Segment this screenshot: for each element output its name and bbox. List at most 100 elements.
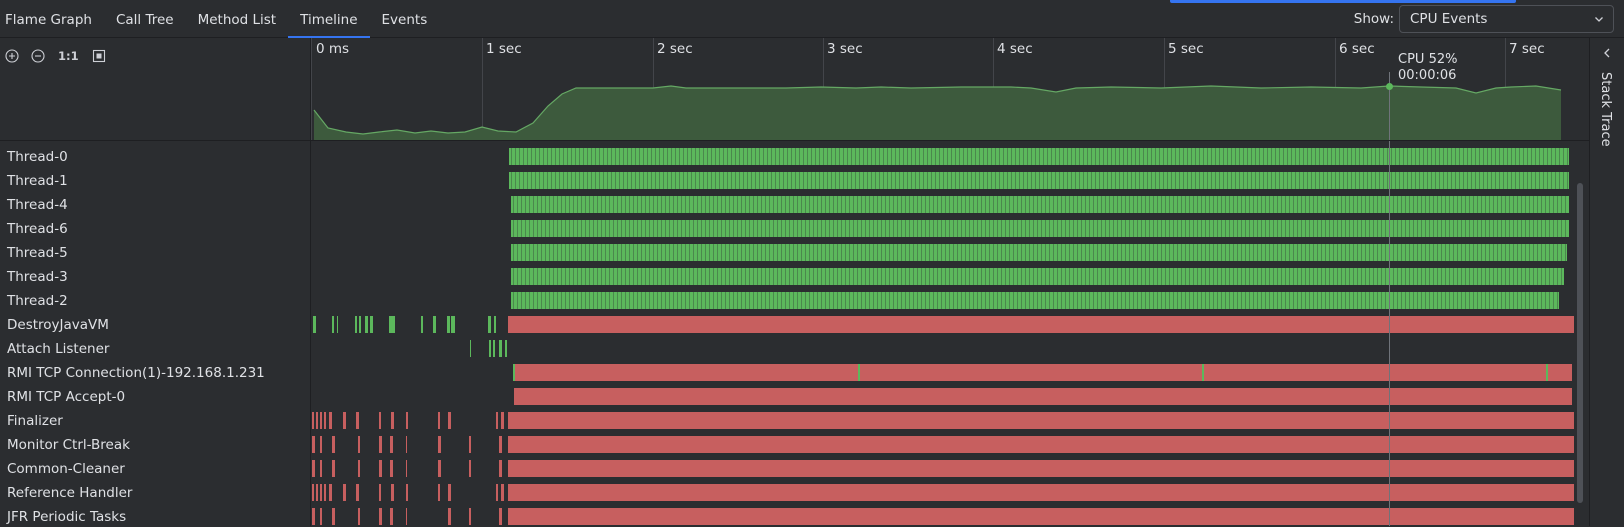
thread-bar-stripe (1145, 268, 1146, 285)
stack-trace-toggle[interactable]: Stack Trace (1598, 72, 1613, 147)
thread-bar-stripe (1439, 172, 1440, 189)
thread-bar-stripe (1173, 196, 1174, 213)
zoom-in-button[interactable] (4, 48, 20, 64)
thread-bar-stripe (1047, 172, 1048, 189)
zoom-out-button[interactable] (30, 48, 46, 64)
thread-bar-stripe (701, 244, 702, 261)
thread-bar-stripe (955, 172, 956, 189)
thread-bar-stripe (1097, 268, 1098, 285)
thread-bar-stripe (821, 196, 822, 213)
thread-bar-stripe (1117, 220, 1118, 237)
thread-bar-stripe (661, 292, 662, 309)
thread-label-jfr-periodic-tasks: JFR Periodic Tasks (7, 509, 127, 525)
thread-bar-stripe (1365, 196, 1366, 213)
thread-bar-stripe (1103, 148, 1104, 165)
thread-bar-stripe (749, 292, 750, 309)
thread-bar-stripe (1141, 292, 1142, 309)
thread-bar-stripe (1119, 148, 1120, 165)
thread-bar-stripe (727, 148, 728, 165)
thread-bar-stripe (1451, 148, 1452, 165)
tab-call-tree[interactable]: Call Tree (104, 0, 186, 38)
thread-bar-stripe (1277, 268, 1278, 285)
thread-bar-stripe (1065, 220, 1066, 237)
thread-bar-stripe (945, 292, 946, 309)
thread-bar-stripe (1269, 244, 1270, 261)
thread-bar-stripe (701, 220, 702, 237)
thread-label-finalizer: Finalizer (7, 413, 63, 429)
thread-bar-stripe (1383, 172, 1384, 189)
thread-bar-stripe (1131, 148, 1132, 165)
thread-bar-stripe (1225, 196, 1226, 213)
thread-bar-stripe (1093, 196, 1094, 213)
thread-bar-stripe (921, 196, 922, 213)
thread-bar-stripe (1511, 172, 1512, 189)
thread-bar-stripe (715, 148, 716, 165)
thread-bar-stripe (981, 268, 982, 285)
thread-running-segment (494, 316, 496, 333)
thread-bar-stripe (1101, 292, 1102, 309)
thread-bar-stripe (657, 196, 658, 213)
thread-bar-stripe (1039, 148, 1040, 165)
thread-bar-stripe (573, 220, 574, 237)
actual-size-button[interactable]: 1:1 (56, 48, 81, 64)
tab-timeline[interactable]: Timeline (288, 0, 370, 38)
thread-bar-stripe (879, 172, 880, 189)
thread-bar-stripe (737, 244, 738, 261)
thread-bar-stripe (1053, 220, 1054, 237)
timeline-area[interactable]: 0 ms 1 sec 2 sec 3 sec 4 sec 5 sec 6 sec… (311, 38, 1589, 526)
thread-bar-stripe (989, 244, 990, 261)
thread-bar-stripe (577, 220, 578, 237)
tab-method-list[interactable]: Method List (186, 0, 289, 38)
thread-bar-stripe (1217, 268, 1218, 285)
thread-bar-stripe (1507, 148, 1508, 165)
thread-bar-stripe (749, 220, 750, 237)
thread-bar-stripe (601, 292, 602, 309)
thread-bar-stripe (983, 148, 984, 165)
thread-bar-stripe (841, 220, 842, 237)
thread-bar-stripe (815, 148, 816, 165)
thread-bar-stripe (953, 196, 954, 213)
thread-bar-stripe (1063, 172, 1064, 189)
thread-bar-stripe (1509, 220, 1510, 237)
thread-bar-stripe (1305, 244, 1306, 261)
thread-waiting-segment (406, 460, 407, 477)
thread-bar-stripe (1513, 292, 1514, 309)
thread-bar-stripe (857, 220, 858, 237)
thread-bar-stripe (1055, 172, 1056, 189)
thread-bar-stripe (771, 172, 772, 189)
thread-bar-stripe (707, 148, 708, 165)
tab-events[interactable]: Events (370, 0, 440, 38)
thread-bar-stripe (1017, 292, 1018, 309)
chevron-left-icon[interactable] (1600, 46, 1614, 60)
thread-bar-stripe (725, 268, 726, 285)
thread-bar-stripe (1321, 292, 1322, 309)
thread-bar-stripe (1273, 220, 1274, 237)
thread-bar-stripe (1257, 220, 1258, 237)
thread-bar-stripe (749, 268, 750, 285)
thread-bar-stripe (1495, 148, 1496, 165)
thread-bar-stripe (1145, 220, 1146, 237)
vertical-scrollbar[interactable] (1577, 183, 1583, 503)
thread-bar-stripe (525, 244, 526, 261)
tab-flame-graph[interactable]: Flame Graph (0, 0, 104, 38)
thread-bar-stripe (1457, 196, 1458, 213)
thread-bar-stripe (627, 148, 628, 165)
fit-to-window-button[interactable] (91, 48, 107, 64)
thread-bar-stripe (959, 148, 960, 165)
show-events-select[interactable]: CPU Events (1399, 5, 1614, 33)
thread-bar-stripe (1247, 172, 1248, 189)
thread-bar-stripe (691, 172, 692, 189)
thread-lanes[interactable] (311, 140, 1589, 526)
thread-bar-stripe (683, 172, 684, 189)
thread-bar-stripe (783, 148, 784, 165)
thread-bar-stripe (1283, 148, 1284, 165)
thread-bar-stripe (1165, 268, 1166, 285)
thread-bar-stripe (1073, 292, 1074, 309)
thread-bar-stripe (737, 220, 738, 237)
thread-bar-stripe (1261, 292, 1262, 309)
thread-bar-stripe (573, 244, 574, 261)
thread-bar-stripe (997, 292, 998, 309)
thread-bar-stripe (1289, 268, 1290, 285)
thread-bar-stripe (853, 292, 854, 309)
thread-bar-stripe (1241, 292, 1242, 309)
